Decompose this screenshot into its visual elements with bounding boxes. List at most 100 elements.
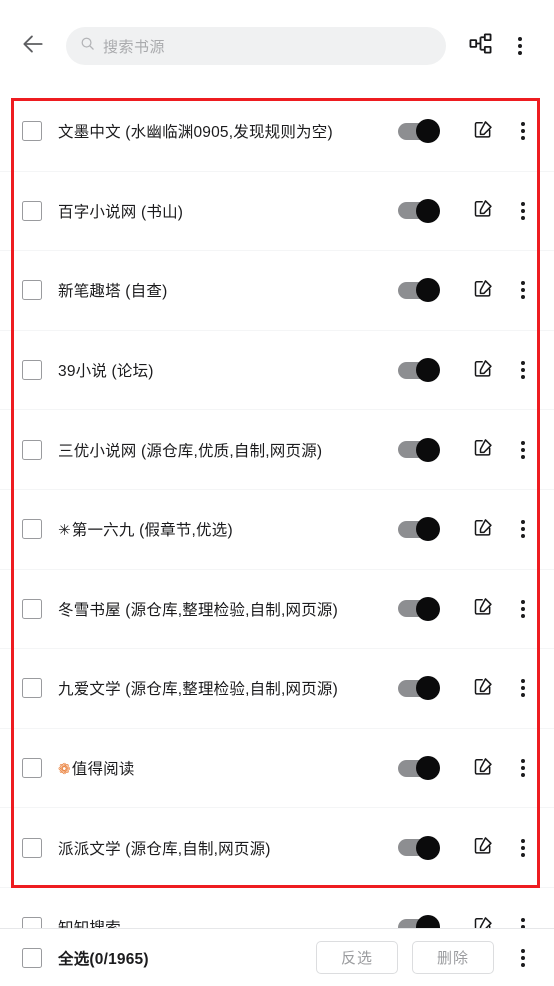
- table-row[interactable]: ✳第一六九 (假章节,优选): [0, 489, 554, 570]
- row-checkbox[interactable]: [22, 280, 42, 301]
- row-enable-toggle[interactable]: [398, 437, 440, 462]
- row-label-text: 三优小说网 (源仓库,优质,自制,网页源): [58, 442, 323, 460]
- row-overflow-button[interactable]: [506, 746, 540, 790]
- row-label: ✳第一六九 (假章节,优选): [58, 518, 398, 540]
- row-overflow-button[interactable]: [506, 666, 540, 710]
- delete-button[interactable]: 删除: [412, 941, 494, 974]
- toggle-thumb: [416, 517, 440, 542]
- select-all-checkbox[interactable]: [22, 947, 42, 968]
- book-source-list[interactable]: 文墨中文 (水幽临渊0905,发现规则为空) 百字小说网 (书山) 新笔趣塔 (自查…: [0, 92, 554, 928]
- topbar-overflow-button[interactable]: [500, 24, 540, 68]
- row-edit-button[interactable]: [466, 428, 500, 472]
- group-sort-button[interactable]: [460, 24, 500, 68]
- row-edit-button[interactable]: [466, 666, 500, 710]
- row-checkbox[interactable]: [22, 917, 42, 928]
- row-checkbox[interactable]: [22, 758, 42, 779]
- toggle-thumb: [416, 198, 440, 223]
- row-edit-button[interactable]: [466, 268, 500, 312]
- row-checkbox[interactable]: [22, 837, 42, 858]
- back-button[interactable]: [10, 23, 56, 69]
- edit-pencil-icon: [473, 835, 493, 860]
- edit-pencil-icon: [473, 676, 493, 701]
- more-vertical-icon: [521, 428, 525, 472]
- row-label-text: 值得阅读: [71, 761, 135, 779]
- table-row[interactable]: 文墨中文 (水幽临渊0905,发现规则为空): [0, 92, 554, 172]
- row-label-text: 第一六九 (假章节,优选): [71, 522, 233, 540]
- row-edit-button[interactable]: [466, 189, 500, 233]
- table-row[interactable]: 三优小说网 (源仓库,优质,自制,网页源): [0, 410, 554, 490]
- search-icon: [80, 36, 95, 56]
- edit-pencil-icon: [473, 517, 493, 542]
- toggle-thumb: [416, 119, 440, 144]
- row-enable-toggle[interactable]: [398, 119, 440, 144]
- row-enable-toggle[interactable]: [398, 835, 440, 860]
- row-enable-toggle[interactable]: [398, 756, 440, 781]
- table-row[interactable]: 新笔趣塔 (自查): [0, 251, 554, 331]
- search-input[interactable]: 搜索书源: [66, 27, 446, 65]
- edit-pencil-icon: [473, 437, 493, 462]
- row-overflow-button[interactable]: [506, 905, 540, 928]
- row-label: 派派文学 (源仓库,自制,网页源): [58, 837, 398, 859]
- invert-selection-button[interactable]: 反选: [316, 941, 398, 974]
- row-checkbox[interactable]: [22, 121, 42, 142]
- row-edit-button[interactable]: [466, 905, 500, 928]
- table-row[interactable]: 39小说 (论坛): [0, 330, 554, 411]
- row-enable-toggle[interactable]: [398, 596, 440, 621]
- row-enable-toggle[interactable]: [398, 278, 440, 303]
- row-label: 新笔趣塔 (自查): [58, 279, 398, 301]
- row-enable-toggle[interactable]: [398, 517, 440, 542]
- more-vertical-icon: [521, 826, 525, 870]
- flower-icon: ❁: [58, 761, 71, 779]
- row-enable-toggle[interactable]: [398, 676, 440, 701]
- row-label-text: 39小说 (论坛): [58, 363, 154, 381]
- edit-pencil-icon: [473, 596, 493, 621]
- row-enable-toggle[interactable]: [398, 198, 440, 223]
- edit-pencil-icon: [473, 278, 493, 303]
- table-row[interactable]: ❁值得阅读: [0, 728, 554, 809]
- row-enable-toggle[interactable]: [398, 915, 440, 928]
- row-edit-button[interactable]: [466, 109, 500, 153]
- row-overflow-button[interactable]: [506, 428, 540, 472]
- row-overflow-button[interactable]: [506, 268, 540, 312]
- row-checkbox[interactable]: [22, 200, 42, 221]
- row-edit-button[interactable]: [466, 746, 500, 790]
- table-row[interactable]: 冬雪书屋 (源仓库,整理检验,自制,网页源): [0, 569, 554, 650]
- table-row[interactable]: 九爱文学 (源仓库,整理检验,自制,网页源): [0, 649, 554, 729]
- row-label-text: 新笔趣塔 (自查): [58, 283, 168, 301]
- row-overflow-button[interactable]: [506, 109, 540, 153]
- table-row[interactable]: 派派文学 (源仓库,自制,网页源): [0, 808, 554, 888]
- table-row[interactable]: 知知搜索: [0, 887, 554, 928]
- row-label: 文墨中文 (水幽临渊0905,发现规则为空): [58, 120, 398, 142]
- row-overflow-button[interactable]: [506, 826, 540, 870]
- row-label: 百字小说网 (书山): [58, 200, 398, 222]
- row-checkbox[interactable]: [22, 519, 42, 540]
- row-label-text: 冬雪书屋 (源仓库,整理检验,自制,网页源): [58, 601, 338, 619]
- toggle-thumb: [416, 756, 440, 781]
- more-vertical-icon: [521, 268, 525, 312]
- more-vertical-icon: [521, 348, 525, 392]
- hierarchy-group-icon: [469, 32, 492, 60]
- more-vertical-icon: [521, 587, 525, 631]
- row-edit-button[interactable]: [466, 826, 500, 870]
- row-label: 知知搜索: [58, 916, 398, 928]
- bottombar-overflow-button[interactable]: [506, 936, 540, 980]
- row-edit-button[interactable]: [466, 348, 500, 392]
- toggle-thumb: [416, 596, 440, 621]
- row-label: 三优小说网 (源仓库,优质,自制,网页源): [58, 439, 398, 461]
- row-edit-button[interactable]: [466, 587, 500, 631]
- row-checkbox[interactable]: [22, 439, 42, 460]
- row-overflow-button[interactable]: [506, 507, 540, 551]
- more-vertical-icon: [521, 905, 525, 928]
- table-row[interactable]: 百字小说网 (书山): [0, 171, 554, 252]
- row-overflow-button[interactable]: [506, 189, 540, 233]
- row-checkbox[interactable]: [22, 360, 42, 381]
- row-edit-button[interactable]: [466, 507, 500, 551]
- row-checkbox[interactable]: [22, 598, 42, 619]
- row-overflow-button[interactable]: [506, 348, 540, 392]
- toggle-thumb: [416, 437, 440, 462]
- row-checkbox[interactable]: [22, 678, 42, 699]
- row-enable-toggle[interactable]: [398, 358, 440, 383]
- row-label: 冬雪书屋 (源仓库,整理检验,自制,网页源): [58, 598, 398, 620]
- row-overflow-button[interactable]: [506, 587, 540, 631]
- more-vertical-icon: [521, 189, 525, 233]
